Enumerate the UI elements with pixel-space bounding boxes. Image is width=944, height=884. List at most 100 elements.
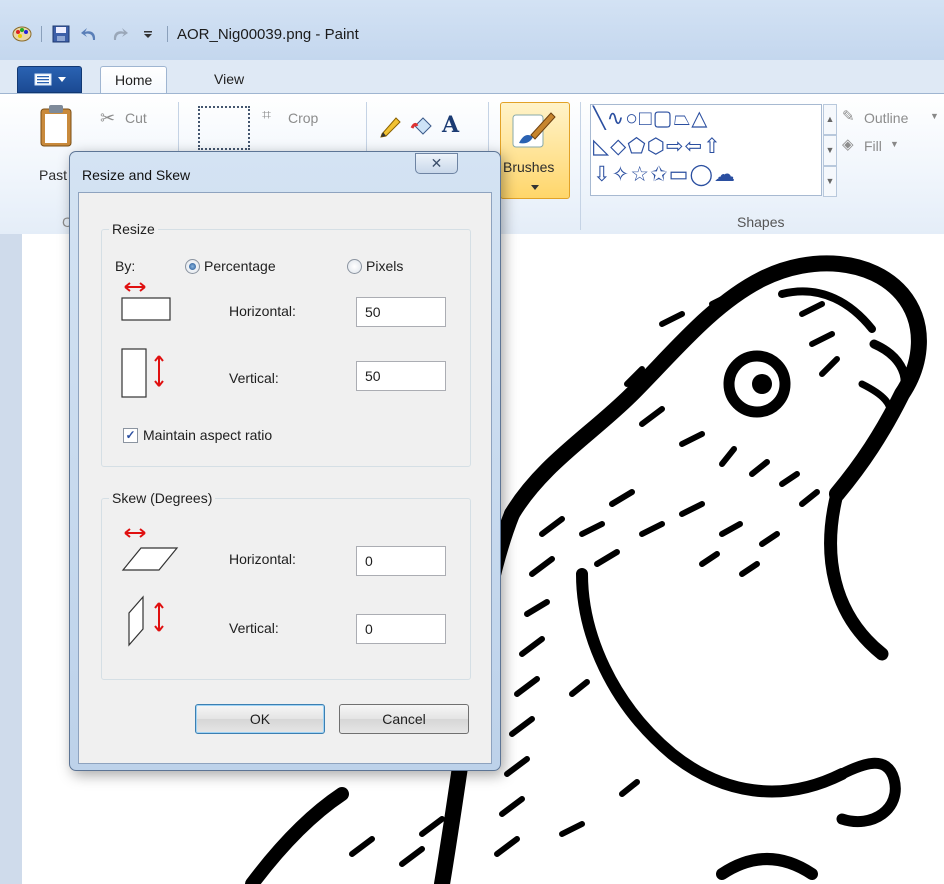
hexagon-shape[interactable]: ⬡ [647,135,665,159]
fill-label: Fill [864,138,882,154]
percentage-label[interactable]: Percentage [204,258,276,274]
text-icon: A [442,112,460,138]
pencil-button[interactable] [378,114,406,140]
scissors-icon: ✂ [100,108,116,128]
dialog-body: Resize By: Percentage Pixels Horizontal:… [78,192,492,764]
chevron-down-icon: ▼ [890,139,899,149]
maintain-aspect-label[interactable]: Maintain aspect ratio [143,427,272,443]
resize-vertical-icon [121,348,164,398]
skew-vertical-icon [128,595,164,647]
brushes-button[interactable]: Brushes [500,102,570,199]
paint-menu-button[interactable] [17,66,82,93]
skew-group [101,498,471,680]
cut-label: Cut [125,110,147,126]
paste-label: Past [39,167,68,183]
chevron-down-icon: ▼ [930,111,939,121]
shapes-gallery-scroll: ▲ ▼ ▼ [823,104,837,197]
resize-vertical-label: Vertical: [229,370,279,386]
fill-shape-button[interactable]: ◈ Fill ▼ [842,136,922,158]
title-bar: AOR_Nig00039.png - Paint [0,0,944,60]
skew-horizontal-icon [121,528,179,571]
brush-icon [512,112,556,148]
skew-vertical-input[interactable]: 0 [356,614,446,644]
menu-icon [34,73,51,86]
tab-home[interactable]: Home [100,66,168,95]
close-button[interactable]: ✕ [415,153,458,174]
diamond-shape[interactable]: ◇ [610,135,626,159]
right-arrow-shape[interactable]: ⇨ [666,135,684,159]
six-point-star-shape[interactable]: ✩ [650,163,668,187]
gallery-more-button[interactable]: ▼ [823,166,837,197]
scroll-up-button[interactable]: ▲ [823,104,837,135]
pencil-icon [380,117,401,138]
close-icon: ✕ [430,155,443,171]
resize-legend: Resize [109,221,158,237]
left-arrow-shape[interactable]: ⇦ [685,135,703,159]
outline-icon: ✎ [842,108,855,125]
qat-separator [167,26,168,42]
right-triangle-shape[interactable]: ◺ [593,135,609,159]
rounded-rectangle-shape[interactable]: ▢ [653,107,673,131]
shapes-row: ╲ ∿ ○ □ ▢ ⏢ △ [593,107,707,131]
pentagon-shape[interactable]: ⬠ [627,135,645,159]
resize-skew-dialog: Resize and Skew ✕ Resize By: Percentage … [69,151,501,771]
pixels-radio[interactable] [347,259,362,274]
ribbon-tabs: Home View [0,60,944,95]
undo-icon[interactable] [80,24,100,44]
text-button[interactable]: A [442,112,470,140]
down-arrow-shape[interactable]: ⇩ [593,163,611,187]
pixels-label[interactable]: Pixels [366,258,403,274]
cancel-button[interactable]: Cancel [339,704,469,734]
four-point-star-shape[interactable]: ✧ [612,163,630,187]
resize-horizontal-label: Horizontal: [229,303,296,319]
by-label: By: [115,258,136,274]
resize-vertical-input[interactable]: 50 [356,361,446,391]
rounded-callout-shape[interactable]: ▭ [669,163,689,187]
skew-horizontal-input[interactable]: 0 [356,546,446,576]
chevron-down-icon [57,77,66,82]
group-label-shapes: Shapes [737,214,785,230]
triangle-shape[interactable]: △ [691,107,707,131]
percentage-radio[interactable] [185,259,200,274]
dialog-title: Resize and Skew [82,167,191,183]
save-icon[interactable] [51,24,71,44]
oval-callout-shape[interactable]: ◯ [690,163,714,187]
line-shape[interactable]: ╲ [593,107,606,131]
fill-icon: ◈ [842,136,854,153]
cut-button[interactable]: ✂ Cut [100,108,170,130]
ok-button[interactable]: OK [195,704,325,734]
customize-qat-icon[interactable] [138,24,158,44]
up-arrow-shape[interactable]: ⇧ [703,135,721,159]
redo-icon[interactable] [109,24,129,44]
shapes-gallery[interactable]: ╲ ∿ ○ □ ▢ ⏢ △ ◺ ◇ ⬠ ⬡ ⇨ ⇦ ⇧ ⇩ ✧ ☆ ✩ ▭ ◯ … [590,104,822,196]
five-point-star-shape[interactable]: ☆ [630,163,649,187]
outline-button[interactable]: ✎ Outline ▼ [842,108,942,130]
tab-view[interactable]: View [200,66,258,94]
group-separator [580,102,581,230]
shapes-row: ⇩ ✧ ☆ ✩ ▭ ◯ ☁ [593,163,735,187]
chevron-down-icon [531,185,539,190]
crop-icon: ⌗ [262,107,272,124]
paint-bucket-icon [410,117,432,135]
window-title: AOR_Nig00039.png - Paint [177,25,359,43]
skew-legend: Skew (Degrees) [109,490,216,506]
maintain-aspect-checkbox[interactable]: ✓ [123,428,138,443]
skew-vertical-label: Vertical: [229,620,279,636]
paint-app-icon[interactable] [12,24,32,44]
crop-button[interactable]: ⌗ Crop [262,107,342,130]
scroll-down-button[interactable]: ▼ [823,135,837,166]
shapes-row: ◺ ◇ ⬠ ⬡ ⇨ ⇦ ⇧ [593,135,721,159]
rectangle-shape[interactable]: □ [639,107,652,131]
curve-shape[interactable]: ∿ [607,107,625,131]
select-button[interactable] [198,106,250,150]
quick-access-toolbar: AOR_Nig00039.png - Paint [12,22,359,46]
resize-horizontal-input[interactable]: 50 [356,297,446,327]
fill-button[interactable] [410,114,438,140]
qat-separator [41,26,42,42]
polygon-shape[interactable]: ⏢ [673,107,690,131]
oval-shape[interactable]: ○ [625,107,638,131]
cloud-callout-shape[interactable]: ☁ [714,163,735,187]
outline-label: Outline [864,110,909,126]
crop-label: Crop [288,110,319,126]
skew-horizontal-label: Horizontal: [229,551,296,567]
